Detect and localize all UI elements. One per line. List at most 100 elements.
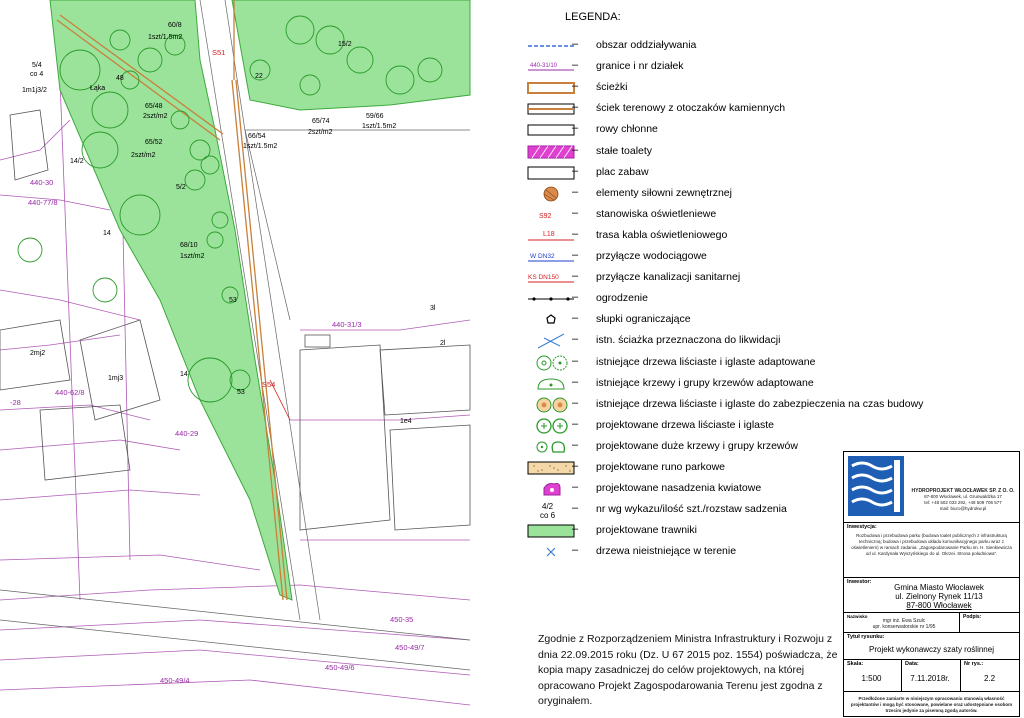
legend-title: LEGENDA: (565, 11, 621, 23)
svg-text:co 6: co 6 (540, 511, 556, 519)
svg-text:2mj2: 2mj2 (30, 350, 45, 357)
legend-label: elementy siłowni zewnętrznej (596, 186, 732, 199)
svg-text:-28: -28 (10, 398, 21, 407)
sym-cable-icon: L18 (526, 227, 576, 245)
legend-dash: – (572, 59, 579, 72)
svg-text:450-35: 450-35 (390, 615, 413, 624)
legend-item: – projektowane drzewa liściaste i iglaste (520, 416, 1000, 436)
legend-label: stałe toalety (596, 144, 653, 157)
legend-item: – ogrodzenie (520, 289, 1000, 309)
legend-item: – ścieżki (520, 78, 1000, 98)
legend-item: – istn. ściażka przeznaczona do likwidacj… (520, 331, 1000, 351)
svg-text:1szt/1.5m2: 1szt/1.5m2 (243, 143, 277, 150)
legend-label: słupki ograniczające (596, 313, 691, 326)
legend-label: nr wg wykazu/ilość szt./rozstaw sadzenia (596, 503, 787, 516)
legend-label: stanowiska oświetleniewe (596, 207, 717, 220)
svg-text:48: 48 (116, 75, 124, 82)
sym-ditch-icon (526, 121, 576, 139)
svg-text:2l: 2l (440, 340, 446, 347)
svg-text:60/8: 60/8 (168, 22, 182, 29)
svg-text:S92: S92 (539, 213, 552, 220)
svg-text:65/48: 65/48 (145, 103, 163, 110)
site-plan: 60/8 1szt/1.5m2 5/4 co 4 48 65/48 2szt/m… (0, 0, 471, 706)
legend-dash: – (572, 143, 579, 156)
legend-item: – ściek terenowy z otoczaków kamiennych (520, 99, 1000, 119)
sym-path-icon (526, 79, 576, 97)
legend-dash: – (572, 417, 579, 430)
legend-dash: – (572, 206, 579, 219)
legend-dash: – (572, 544, 579, 557)
svg-text:1e4: 1e4 (400, 418, 412, 425)
legend-dash: – (572, 333, 579, 346)
legend-item: – istniejące krzewy i grupy krzewów adapt… (520, 374, 1000, 394)
svg-text:3l: 3l (430, 305, 436, 312)
legend-label: ścieżki (596, 81, 628, 94)
legend-item: – istniejące drzewa liściaste i iglaste a… (520, 353, 1000, 373)
investment-text: Rozbudowa i przebudowa parku (budowa toa… (851, 533, 1012, 556)
legend-dash: – (572, 291, 579, 304)
sym-tree-new-icon (526, 417, 576, 435)
legend-dash: – (572, 481, 579, 494)
legend-dash: – (572, 375, 579, 388)
sym-flowers-icon (526, 480, 576, 498)
svg-text:14/2: 14/2 (70, 158, 84, 165)
svg-text:53: 53 (229, 297, 237, 304)
legend-label: obszar oddziaływania (596, 39, 697, 51)
scale-label: Skala: (847, 661, 864, 667)
sym-remove-path-icon (526, 332, 576, 350)
legend-label: istniejące krzewy i grupy krzewów adapto… (596, 376, 814, 389)
svg-text:1mj3: 1mj3 (108, 375, 123, 382)
legend-item: – istniejące drzewa liściaste i iglaste d… (520, 395, 1000, 415)
sym-post-icon (526, 311, 576, 329)
svg-text:22: 22 (255, 73, 263, 80)
svg-text:440-31/3: 440-31/3 (332, 320, 362, 329)
legend-label: istniejące drzewa liściaste i iglaste do… (596, 397, 924, 410)
sym-fitness-icon (526, 185, 576, 203)
legend-item: – słupki ograniczające (520, 310, 1000, 330)
designer-permission: upr. konserwatorskie nr 1/95 (872, 624, 936, 630)
investor-street: ul. Zielnony Rynek 11/13 (895, 592, 983, 601)
legend-dash: – (572, 438, 579, 451)
svg-text:Łąka: Łąka (90, 85, 105, 92)
svg-text:65/52: 65/52 (145, 139, 163, 146)
legend-label: istn. ściażka przeznaczona do likwidacji (596, 334, 781, 347)
drawing-title: Projekt wykonawczy szaty roślinnej (869, 645, 994, 654)
svg-text:14: 14 (180, 371, 188, 378)
legend-label: projektowane duże krzewy i grupy krzewów (596, 439, 798, 452)
svg-text:W DN32: W DN32 (530, 253, 555, 260)
investor-name: Gmina Miasto Włocławek (894, 583, 984, 592)
investor-cell: Inwestor: Gmina Miasto Włocławek ul. Zie… (844, 577, 1019, 612)
lawn-area-top (231, 0, 471, 111)
legend-item: – elementy siłowni zewnętrznej (520, 184, 1000, 204)
legend-dash: – (572, 164, 579, 177)
svg-text:65/74: 65/74 (312, 118, 330, 125)
legend-label: ogrodzenie (596, 292, 648, 305)
legend-item: 440-31/10 – granice i nr działek (520, 57, 1000, 77)
investment-label: Inwestycja: (847, 524, 877, 530)
sym-shrub-exist-icon (526, 375, 576, 393)
legend-dash: – (572, 396, 579, 409)
legend-item: – stałe toalety (520, 142, 1000, 162)
legend-dash: – (572, 80, 579, 93)
svg-text:15/2: 15/2 (338, 41, 352, 48)
sym-water-icon: W DN32 (526, 248, 576, 266)
svg-text:5/2: 5/2 (176, 184, 186, 191)
svg-text:440-29: 440-29 (175, 429, 198, 438)
legend-label: przyłącze wodociągowe (596, 250, 707, 262)
drawing-meta-cell: Skala: 1:500 Data: 7.11.2018r. Nr rys.: … (844, 659, 1019, 692)
legend-dash: – (572, 38, 579, 50)
svg-text:1szt/1.5m2: 1szt/1.5m2 (362, 123, 396, 130)
legend-dash: – (572, 354, 579, 367)
sym-tree-exist-icon (526, 354, 576, 372)
drawing-title-cell: Tytuł rysunku: Projekt wykonawczy szaty … (844, 632, 1019, 659)
legend-label: przyłącze kanalizacji sanitarnej (596, 271, 741, 284)
legend-item: S92 – stanowiska oświetleniewe (520, 205, 1000, 225)
legend-item: W DN32 – przyłącze wodociągowe (520, 247, 1000, 267)
sym-playground-icon (526, 164, 576, 182)
legend-label: plac zabaw (596, 165, 649, 178)
sym-tree-protect-icon (526, 396, 576, 414)
designer-cell: Nazwisko mgr inż. Ewa Szulc upr. konserw… (844, 612, 1019, 633)
svg-text:66/54: 66/54 (248, 133, 266, 140)
sym-count-icon: 4/2 co 6 (526, 501, 576, 520)
investor-city: 87-800 Włocławek (906, 601, 972, 610)
